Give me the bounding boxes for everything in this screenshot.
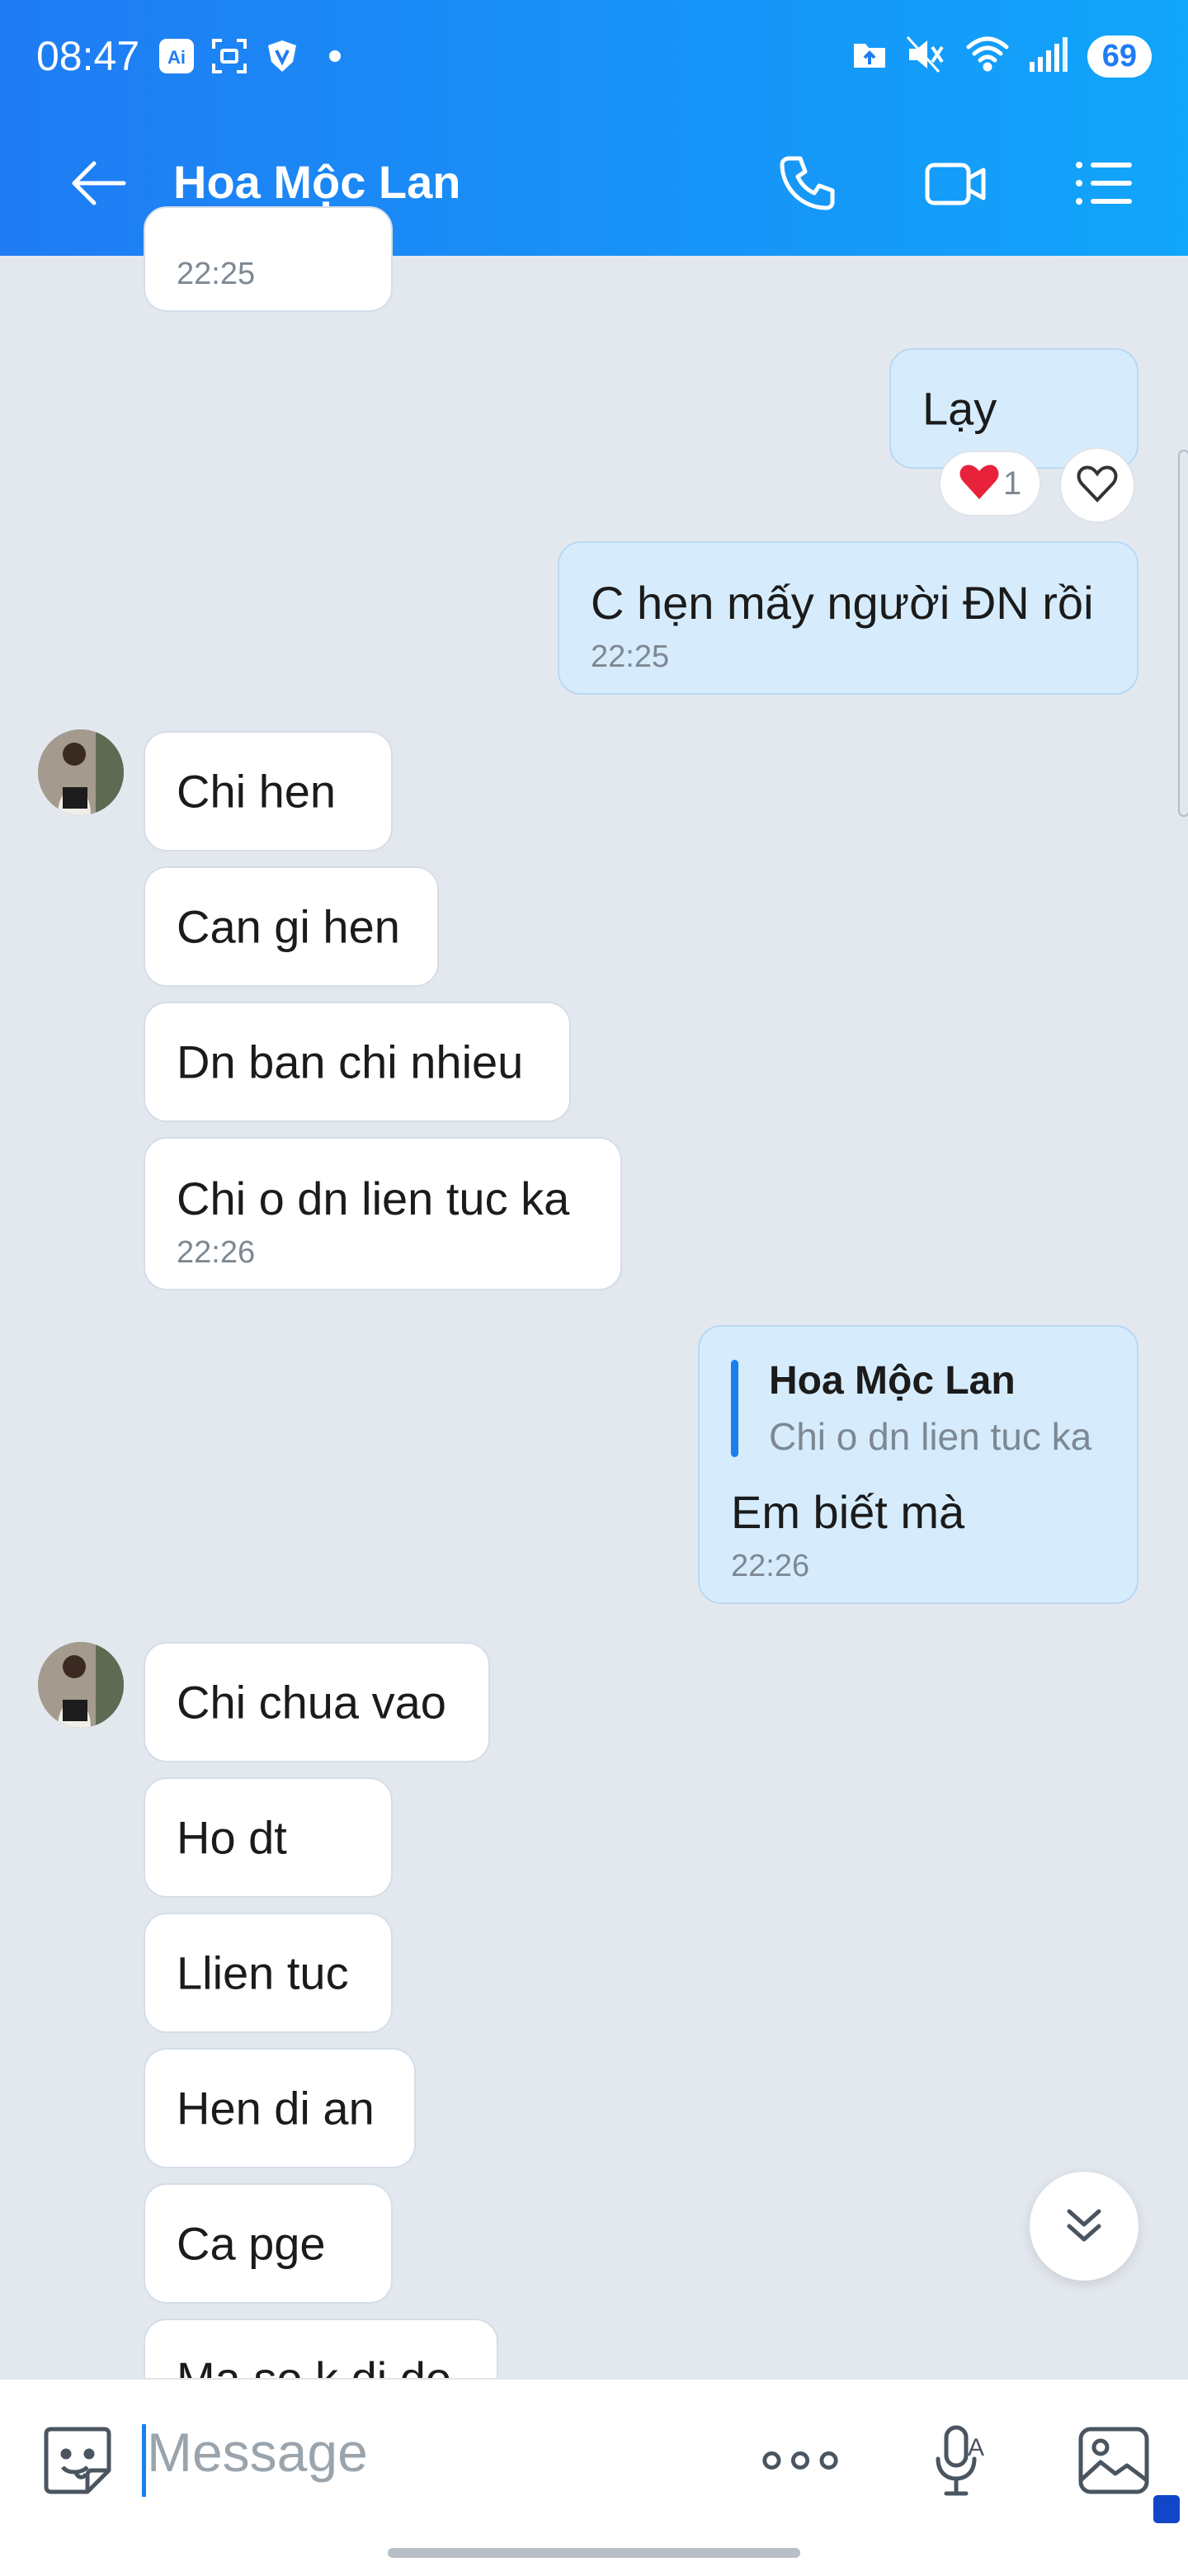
mute-icon <box>906 35 947 78</box>
text-cursor <box>142 2424 146 2497</box>
message-text: C hẹn mấy người ĐN rồi <box>591 577 1094 629</box>
message-text: Lạy <box>922 382 997 435</box>
phone-icon[interactable] <box>774 150 840 216</box>
message-time: 22:25 <box>591 639 670 674</box>
message-bubble[interactable]: Chi hen <box>144 731 393 852</box>
add-reaction-button[interactable] <box>1059 447 1135 523</box>
message-text: Hen di an <box>177 2082 375 2135</box>
message-text: Llien tuc <box>177 1946 349 1999</box>
message-bubble[interactable]: Llien tuc <box>144 1913 393 2033</box>
message-bubble-outgoing[interactable]: C hẹn mấy người ĐN rồi 22:25 <box>558 541 1138 695</box>
message-text: Dn ban chi nhieu <box>177 1036 524 1088</box>
contact-avatar[interactable] <box>38 729 124 815</box>
message-time: 22:25 <box>177 257 256 291</box>
back-arrow-icon[interactable] <box>66 150 132 216</box>
message-bubble[interactable]: 22:25 <box>144 206 393 312</box>
folder-upload-icon <box>851 36 888 77</box>
reaction-count: 1 <box>1002 465 1022 502</box>
message-text: Chi chua vao <box>177 1676 446 1729</box>
message-text: Ho dt <box>177 1811 287 1864</box>
dot-icon <box>316 37 354 75</box>
voice-to-text-icon[interactable]: A <box>921 2421 1000 2500</box>
message-text: Can gi hen <box>177 900 400 953</box>
svg-text:A: A <box>968 2434 984 2461</box>
message-bubble[interactable]: Can gi hen <box>144 866 439 987</box>
reply-author: Hoa Mộc Lan <box>769 1359 1016 1403</box>
message-composer: Message A <box>0 2378 1188 2576</box>
sticker-emoji-icon[interactable] <box>38 2421 117 2500</box>
double-chevron-down-icon <box>1059 2200 1109 2253</box>
reaction-badge[interactable]: 1 <box>939 451 1041 517</box>
message-time: 22:26 <box>177 1235 256 1270</box>
status-bar-right: 69 <box>851 30 1152 83</box>
message-bubble[interactable]: Ca pge <box>144 2183 393 2304</box>
vpn-icon <box>263 37 301 75</box>
heart-outline-icon <box>1076 464 1119 507</box>
svg-text:Ai: Ai <box>167 47 186 68</box>
video-call-icon[interactable] <box>922 150 988 216</box>
battery-indicator: 69 <box>1087 35 1152 78</box>
reply-quoted-text: Chi o dn lien tuc ka <box>769 1415 1092 1458</box>
message-text: Ca pge <box>177 2217 326 2270</box>
message-text: Em biết mà <box>731 1486 965 1538</box>
signal-icon <box>1028 35 1069 78</box>
message-bubble[interactable]: Chi o dn lien tuc ka 22:26 <box>144 1137 622 1290</box>
scrollbar[interactable] <box>1178 450 1188 817</box>
gallery-image-icon[interactable] <box>1074 2421 1153 2500</box>
message-bubble[interactable]: Hen di an <box>144 2048 416 2168</box>
heart-reaction-icon <box>959 463 1000 505</box>
message-bubble[interactable]: Dn ban chi nhieu <box>144 1002 571 1122</box>
status-time: 08:47 <box>36 33 140 79</box>
upload-badge-icon <box>1153 2495 1180 2523</box>
reply-message-bubble[interactable]: Hoa Mộc Lan Chi o dn lien tuc ka Em biết… <box>698 1325 1138 1604</box>
message-text: Chi hen <box>177 765 337 818</box>
scroll-to-bottom-button[interactable] <box>1030 2172 1138 2281</box>
message-text: Chi o dn lien tuc ka <box>177 1172 570 1224</box>
more-options-icon[interactable] <box>761 2421 840 2500</box>
message-bubble[interactable]: Ho dt <box>144 1777 393 1898</box>
ai-icon: Ai <box>158 37 196 75</box>
message-bubble[interactable]: Chi chua vao <box>144 1642 490 1762</box>
contact-avatar[interactable] <box>38 1642 124 1728</box>
message-time: 22:26 <box>731 1549 810 1583</box>
gesture-navigation-bar[interactable] <box>388 2548 800 2558</box>
status-bar-left: 08:47 Ai <box>36 30 369 83</box>
scan-icon <box>210 37 248 75</box>
menu-list-icon[interactable] <box>1071 150 1137 216</box>
message-input[interactable]: Message <box>147 2421 368 2484</box>
reply-quote-bar <box>731 1360 738 1457</box>
wifi-icon <box>965 35 1010 78</box>
chat-title[interactable]: Hoa Mộc Lan <box>173 155 460 209</box>
